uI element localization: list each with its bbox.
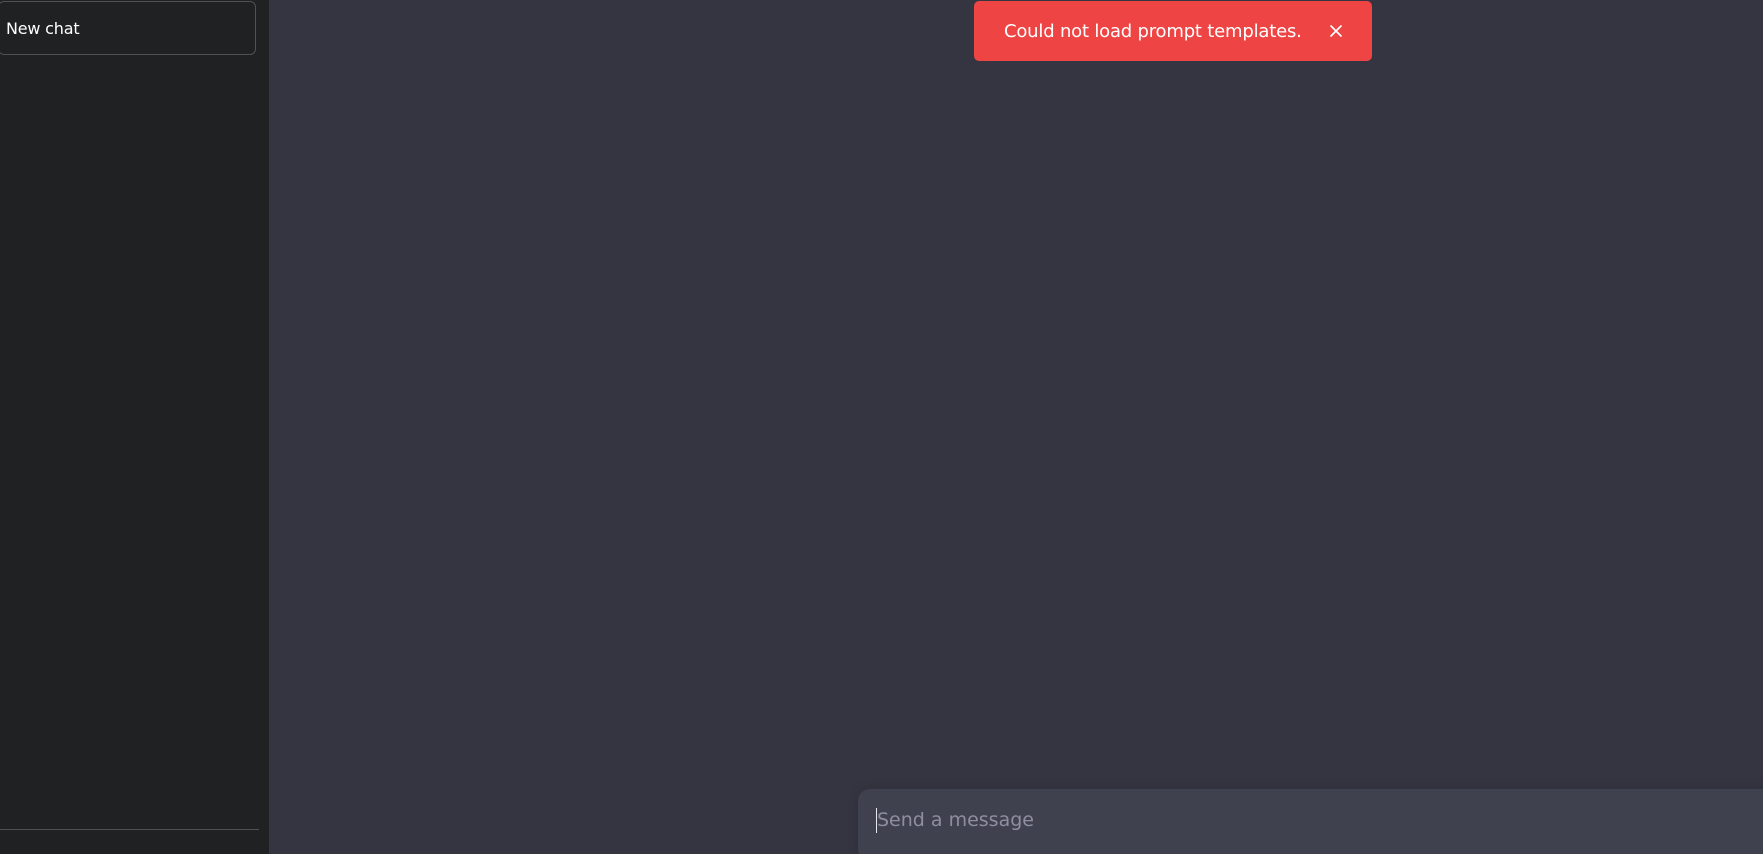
main-content: Could not load prompt templates. (269, 0, 1763, 854)
error-toast: Could not load prompt templates. (974, 1, 1372, 61)
text-caret (876, 808, 877, 833)
close-icon[interactable] (1328, 23, 1344, 39)
chat-app: New chat Could not load prompt templates… (0, 0, 1763, 854)
sidebar: New chat (0, 0, 269, 854)
new-chat-button[interactable]: New chat (0, 1, 256, 55)
sidebar-divider (0, 829, 259, 830)
toast-message: Could not load prompt templates. (1004, 20, 1302, 42)
message-composer (858, 789, 1763, 854)
message-input[interactable] (875, 803, 1737, 837)
new-chat-label: New chat (6, 18, 80, 38)
